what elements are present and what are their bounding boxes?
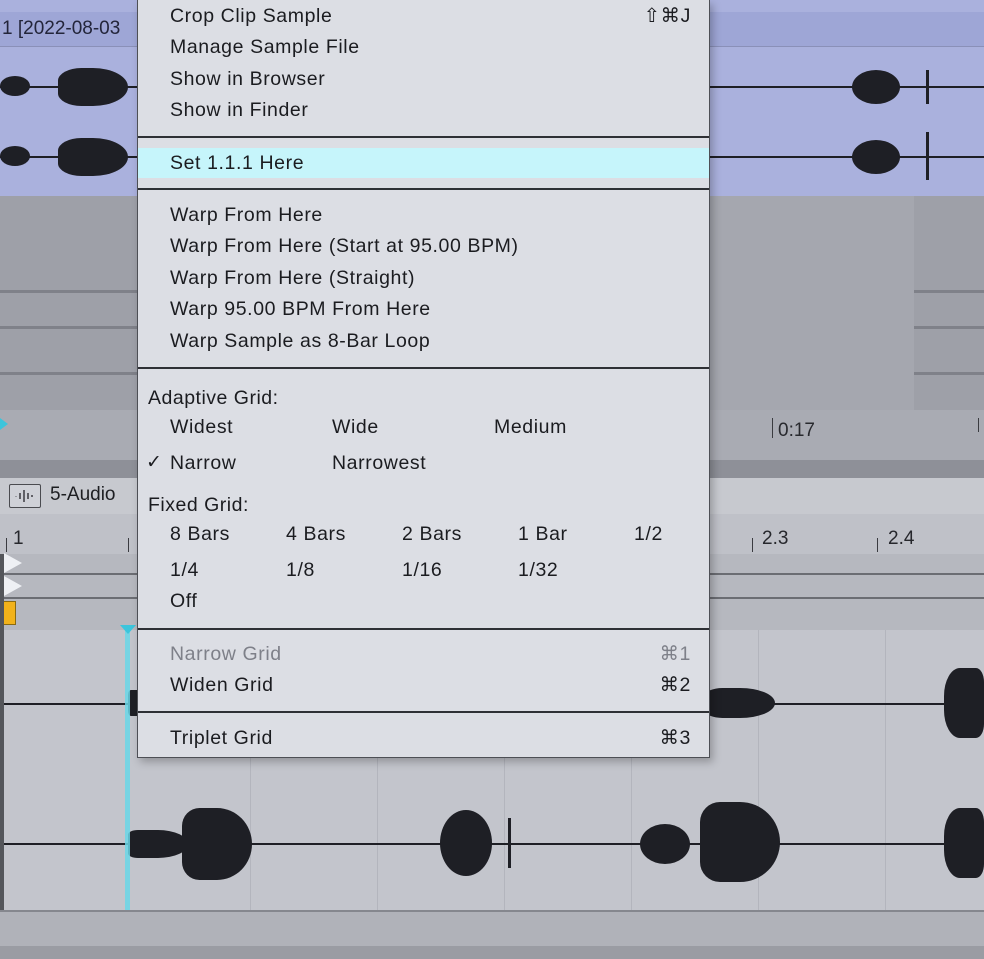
- menu-item-label: Narrow Grid: [170, 643, 282, 665]
- grid-option-4-bars[interactable]: 4 Bars: [286, 519, 346, 549]
- menu-item-label: Set 1.1.1 Here: [170, 152, 305, 174]
- waveform-transient: [440, 810, 492, 876]
- ruler-label-1: 1: [13, 528, 24, 549]
- grid-option-wide[interactable]: Wide: [332, 412, 379, 442]
- menu-item-show-in-finder[interactable]: Show in Finder: [138, 95, 709, 125]
- context-menu: Crop Clip Sample ⇧⌘J Manage Sample File …: [137, 0, 710, 758]
- grid-option-medium[interactable]: Medium: [494, 412, 567, 442]
- ruler-tick: [877, 538, 878, 552]
- time-marker-label: 0:17: [778, 420, 815, 441]
- menu-item-warp-from-here[interactable]: Warp From Here: [138, 200, 709, 230]
- menu-item-manage-sample-file[interactable]: Manage Sample File: [138, 32, 709, 62]
- menu-item-warp-sample-8-bar-loop[interactable]: Warp Sample as 8-Bar Loop: [138, 326, 709, 356]
- ruler-label-2-4: 2.4: [888, 528, 915, 549]
- menu-item-shortcut: ⌘2: [659, 674, 691, 696]
- waveform-transient: [640, 824, 690, 864]
- menu-item-narrow-grid: Narrow Grid ⌘1: [138, 639, 709, 669]
- grid-option-1-2[interactable]: 1/2: [634, 519, 663, 549]
- arrangement-region: [708, 196, 914, 410]
- ruler-tick: [128, 538, 129, 552]
- ruler-tick: [6, 538, 7, 552]
- menu-separator: [138, 628, 709, 630]
- waveform-transient: [926, 70, 929, 104]
- grid-option-1-16[interactable]: 1/16: [402, 555, 442, 585]
- waveform-transient: [852, 70, 900, 104]
- time-tick: [772, 418, 773, 438]
- menu-item-shortcut: ⇧⌘J: [643, 5, 691, 27]
- waveform-transient: [944, 808, 984, 878]
- menu-item-label: Show in Browser: [170, 68, 326, 90]
- waveform-transient: [0, 76, 30, 96]
- ruler-tick: [752, 538, 753, 552]
- menu-separator: [138, 136, 709, 138]
- waveform-transient: [700, 802, 780, 882]
- detail-footer: [0, 946, 984, 959]
- audio-clip-icon[interactable]: [9, 484, 41, 508]
- waveform-transient: [58, 138, 128, 176]
- grid-option-2-bars[interactable]: 2 Bars: [402, 519, 462, 549]
- menu-separator: [138, 367, 709, 369]
- grid-option-1-4[interactable]: 1/4: [170, 555, 199, 585]
- detail-left-edge: [0, 554, 4, 914]
- menu-item-label: Manage Sample File: [170, 36, 360, 58]
- menu-item-label: Triplet Grid: [170, 727, 273, 749]
- time-tick: [978, 418, 979, 432]
- grid-option-8-bars[interactable]: 8 Bars: [170, 519, 230, 549]
- menu-item-warp-from-here-start[interactable]: Warp From Here (Start at 95.00 BPM): [138, 231, 709, 261]
- playhead-marker-icon[interactable]: [120, 625, 136, 634]
- menu-item-label: Warp Sample as 8-Bar Loop: [170, 330, 431, 352]
- loop-marker-icon[interactable]: [4, 576, 22, 596]
- grid-option-1-8[interactable]: 1/8: [286, 555, 315, 585]
- grid-option-off[interactable]: Off: [170, 586, 197, 616]
- waveform-transient: [0, 146, 30, 166]
- menu-item-label: Show in Finder: [170, 99, 309, 121]
- clip-name[interactable]: 5-Audio: [50, 484, 116, 506]
- waveform-transient: [182, 808, 252, 880]
- waveform-transient: [508, 818, 511, 868]
- grid-line: [885, 630, 886, 910]
- waveform-transient: [58, 68, 128, 106]
- grid-option-1-32[interactable]: 1/32: [518, 555, 558, 585]
- start-marker-icon[interactable]: [4, 553, 22, 573]
- menu-item-crop-clip-sample[interactable]: Crop Clip Sample ⇧⌘J: [138, 1, 709, 31]
- playhead[interactable]: [125, 630, 130, 910]
- checkmark-icon: ✓: [146, 452, 162, 473]
- menu-item-shortcut: ⌘1: [659, 643, 691, 665]
- menu-item-label: Widen Grid: [170, 674, 274, 696]
- grid-option-widest[interactable]: Widest: [170, 412, 233, 442]
- menu-separator: [138, 711, 709, 713]
- menu-item-widen-grid[interactable]: Widen Grid ⌘2: [138, 670, 709, 700]
- menu-separator: [138, 188, 709, 190]
- waveform-transient: [926, 132, 929, 180]
- grid-option-1-bar[interactable]: 1 Bar: [518, 519, 568, 549]
- menu-item-warp-from-here-straight[interactable]: Warp From Here (Straight): [138, 263, 709, 293]
- menu-item-label: Warp From Here (Straight): [170, 267, 416, 289]
- ruler-label-2-3: 2.3: [762, 528, 789, 549]
- menu-item-shortcut: ⌘3: [659, 727, 691, 749]
- menu-item-warp-bpm-from-here[interactable]: Warp 95.00 BPM From Here: [138, 294, 709, 324]
- warp-marker-handle[interactable]: [2, 601, 16, 625]
- waveform-transient: [128, 830, 188, 858]
- detail-scrollbar[interactable]: [0, 910, 984, 948]
- grid-option-narrowest[interactable]: Narrowest: [332, 448, 426, 478]
- menu-item-show-in-browser[interactable]: Show in Browser: [138, 64, 709, 94]
- adaptive-grid-header: Adaptive Grid:: [148, 387, 279, 409]
- menu-item-label: Crop Clip Sample: [170, 5, 333, 27]
- menu-item-label: Warp 95.00 BPM From Here: [170, 298, 431, 320]
- loop-start-marker[interactable]: [0, 418, 8, 430]
- fixed-grid-header: Fixed Grid:: [148, 494, 249, 516]
- waveform-transient: [944, 668, 984, 738]
- menu-item-set-1-1-1-here[interactable]: Set 1.1.1 Here: [138, 148, 709, 178]
- menu-item-label: Warp From Here: [170, 204, 323, 226]
- waveform-transient: [705, 688, 775, 718]
- arrangement-clip-title: 1 [2022-08-03: [2, 18, 121, 39]
- grid-option-narrow[interactable]: Narrow: [170, 448, 236, 478]
- menu-item-triplet-grid[interactable]: Triplet Grid ⌘3: [138, 723, 709, 753]
- menu-item-label: Warp From Here (Start at 95.00 BPM): [170, 235, 519, 257]
- waveform-transient: [852, 140, 900, 174]
